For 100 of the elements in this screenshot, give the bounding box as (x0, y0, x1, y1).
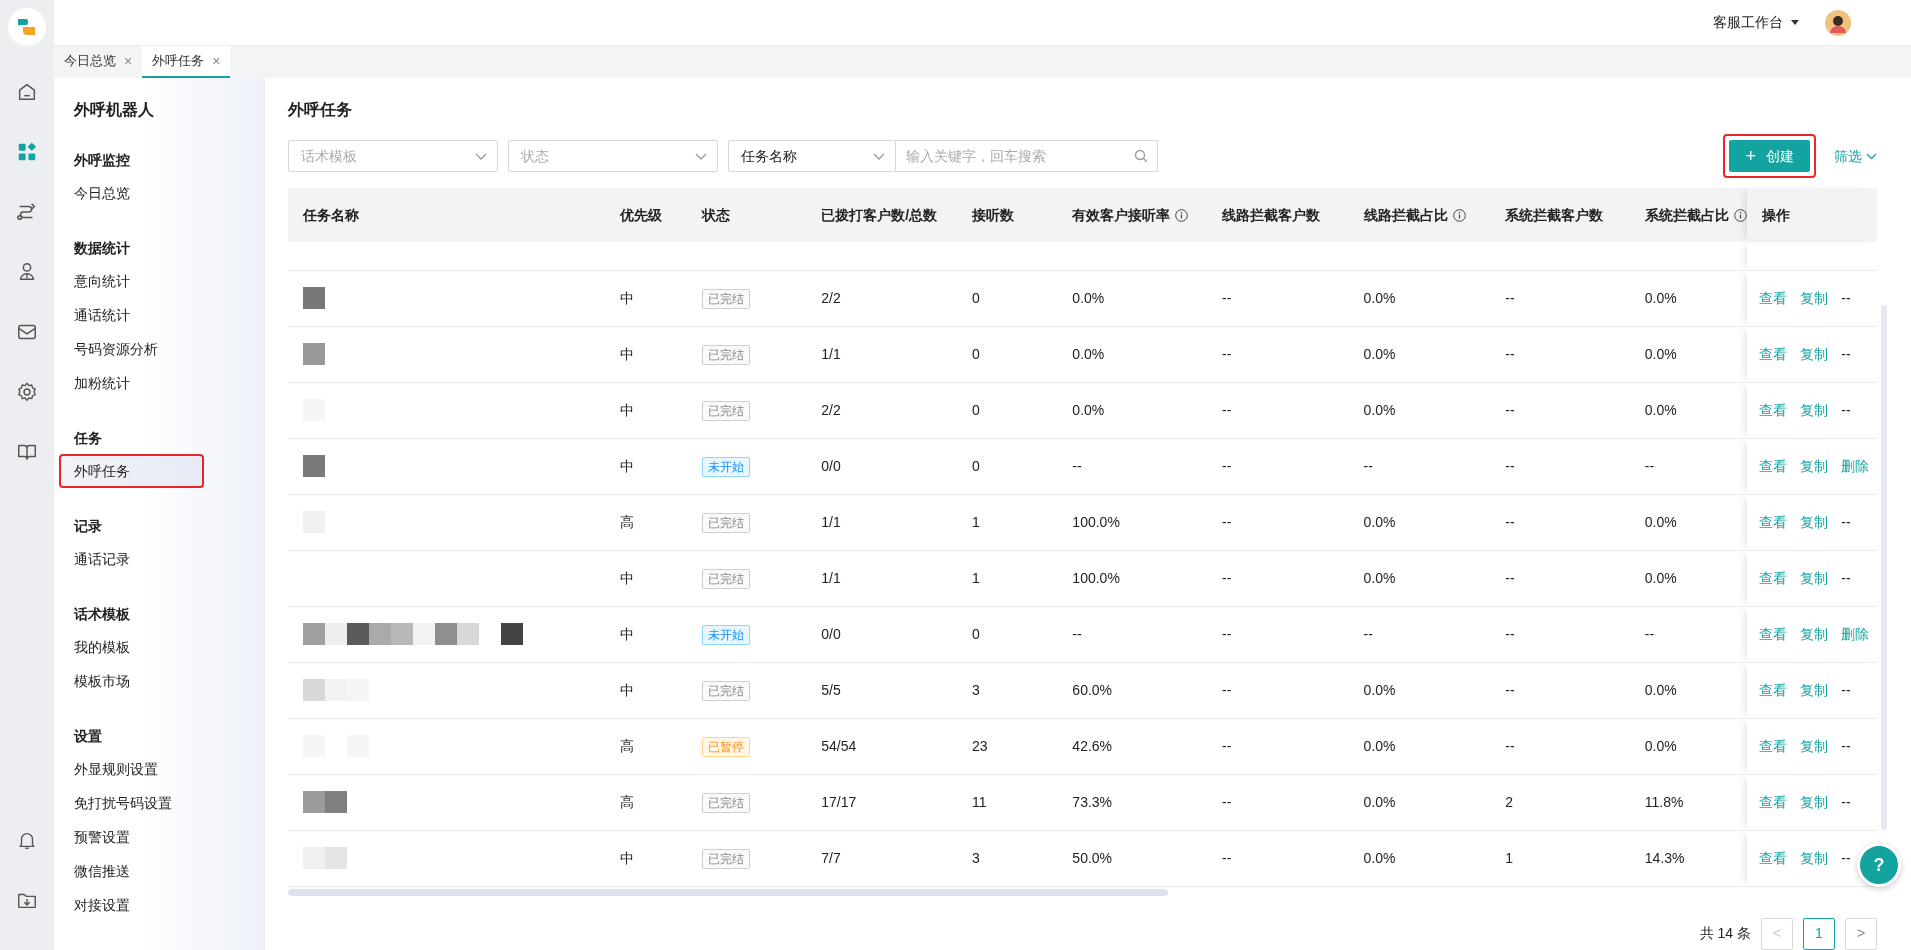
action-link[interactable]: 查看 (1759, 849, 1788, 866)
table-cell: -- (1222, 513, 1232, 530)
info-icon[interactable] (1452, 208, 1466, 222)
sidebar-item[interactable]: 对接设置 (54, 888, 263, 922)
table-cell: -- (1222, 569, 1232, 586)
column-header: 线路拦截客户数 (1222, 206, 1320, 223)
table-cell: 23 (971, 737, 988, 754)
select-field[interactable]: 状态 (508, 140, 718, 172)
action-link[interactable]: 删除 (1841, 457, 1870, 474)
table-cell: -- (1505, 681, 1515, 698)
action-link[interactable]: 删除 (1841, 625, 1870, 642)
action-link[interactable]: 复制 (1800, 569, 1829, 586)
sidebar-group-label: 外呼监控 (73, 150, 131, 170)
select-field[interactable]: 话术模板 (288, 140, 498, 172)
table-cell: 0.0% (1363, 401, 1396, 418)
mosaic-blur-drawing (303, 455, 325, 478)
table-cell: 1 (971, 513, 980, 530)
table-cell: 0/0 (821, 625, 841, 642)
workspace-dropdown[interactable]: 客服工作台 (1713, 12, 1799, 33)
sidebar-item[interactable]: 通话记录 (54, 542, 263, 576)
table-cell: 100.0% (1072, 569, 1120, 586)
page-button[interactable]: 1 (1803, 917, 1835, 950)
column-header: 操作 (1762, 206, 1791, 223)
table-cell: 11.8% (1644, 793, 1684, 810)
filter-link[interactable]: 筛选 (1834, 145, 1877, 167)
priority-text: 中 (620, 345, 635, 362)
table-cell: -- (1072, 625, 1082, 642)
action-link[interactable]: 复制 (1800, 737, 1829, 754)
action-link[interactable]: 查看 (1759, 457, 1788, 474)
table-cell: 0 (971, 401, 980, 418)
action-link[interactable]: 复制 (1800, 681, 1829, 698)
table-cell: -- (1841, 513, 1851, 530)
table-cell: -- (1841, 345, 1851, 362)
status-tag: 已完结 (701, 792, 750, 813)
action-link[interactable]: 查看 (1759, 737, 1788, 754)
table-cell: 2/2 (821, 289, 841, 306)
sidebar-group-label: 话术模板 (73, 604, 131, 624)
horizontal-scrollbar[interactable] (288, 888, 1168, 896)
action-link[interactable]: 查看 (1759, 513, 1788, 530)
sidebar-item[interactable]: 意向统计 (54, 264, 263, 298)
select-field[interactable]: 任务名称 (728, 140, 896, 172)
sidebar-item[interactable]: 免打扰号码设置 (54, 786, 263, 820)
column-header: 接听数 (971, 206, 1014, 223)
table-cell: -- (1841, 681, 1851, 698)
sidebar-group-label: 数据统计 (73, 238, 131, 258)
sidebar-item[interactable]: 预警设置 (54, 820, 263, 854)
status-tag: 已完结 (701, 344, 750, 365)
table-cell: -- (1505, 289, 1515, 306)
action-link[interactable]: 复制 (1800, 793, 1829, 810)
close-icon[interactable]: × (212, 50, 221, 72)
table-cell: 60.0% (1072, 681, 1113, 698)
action-link[interactable]: 复制 (1800, 289, 1829, 306)
sidebar-item[interactable]: 加粉统计 (54, 366, 263, 400)
priority-text: 中 (620, 569, 635, 586)
table-cell: -- (1222, 681, 1232, 698)
table-cell: -- (1222, 345, 1232, 362)
sidebar-item[interactable]: 外呼任务 (59, 454, 204, 488)
create-button[interactable]: + 创建 (1729, 140, 1810, 172)
action-link[interactable]: 复制 (1800, 345, 1829, 362)
action-link[interactable]: 复制 (1800, 457, 1829, 474)
sidebar-item[interactable]: 通话统计 (54, 298, 263, 332)
next-page-button[interactable]: > (1845, 917, 1877, 950)
info-icon[interactable] (1733, 208, 1747, 222)
table-cell: -- (1222, 457, 1232, 474)
sidebar-item[interactable]: 模板市场 (54, 664, 263, 698)
action-link[interactable]: 查看 (1759, 289, 1788, 306)
action-link[interactable]: 查看 (1759, 793, 1788, 810)
page-title: 外呼任务 (288, 100, 353, 120)
mosaic-blur-drawing (303, 287, 325, 310)
avatar[interactable] (1825, 9, 1851, 36)
priority-text: 中 (620, 401, 635, 418)
action-link[interactable]: 查看 (1759, 681, 1788, 698)
action-link[interactable]: 查看 (1759, 625, 1788, 642)
page-tab[interactable]: 外呼任务 × (142, 46, 231, 78)
help-button[interactable]: ? (1857, 843, 1901, 887)
sidebar-item[interactable]: 微信推送 (54, 854, 263, 888)
table-cell: -- (1363, 625, 1373, 642)
chevron-down-icon (873, 152, 885, 160)
action-link[interactable]: 查看 (1759, 569, 1788, 586)
sidebar-item[interactable]: 我的模板 (54, 630, 263, 664)
table-cell: 2/2 (821, 401, 841, 418)
action-link[interactable]: 查看 (1759, 345, 1788, 362)
sidebar-item[interactable]: 号码资源分析 (54, 332, 263, 366)
action-link[interactable]: 查看 (1759, 401, 1788, 418)
sidebar-item[interactable]: 外显规则设置 (54, 752, 263, 786)
close-icon[interactable]: × (124, 50, 133, 72)
table-cell: -- (1644, 625, 1655, 642)
action-link[interactable]: 复制 (1800, 625, 1829, 642)
search-field[interactable]: 输入关键字，回车搜索 (896, 140, 1158, 172)
action-link[interactable]: 复制 (1800, 513, 1829, 530)
page-tab[interactable]: 今日总览 × (54, 46, 143, 78)
action-link[interactable]: 复制 (1800, 849, 1829, 866)
column-header: 线路拦截占比 (1363, 206, 1448, 223)
info-icon[interactable] (1175, 208, 1189, 222)
sidebar-item[interactable]: 今日总览 (54, 176, 263, 210)
table-cell: -- (1505, 625, 1515, 642)
mosaic-blur-drawing (303, 679, 369, 702)
table-cell: -- (1222, 625, 1232, 642)
vertical-scrollbar[interactable] (1881, 305, 1887, 830)
action-link[interactable]: 复制 (1800, 401, 1829, 418)
